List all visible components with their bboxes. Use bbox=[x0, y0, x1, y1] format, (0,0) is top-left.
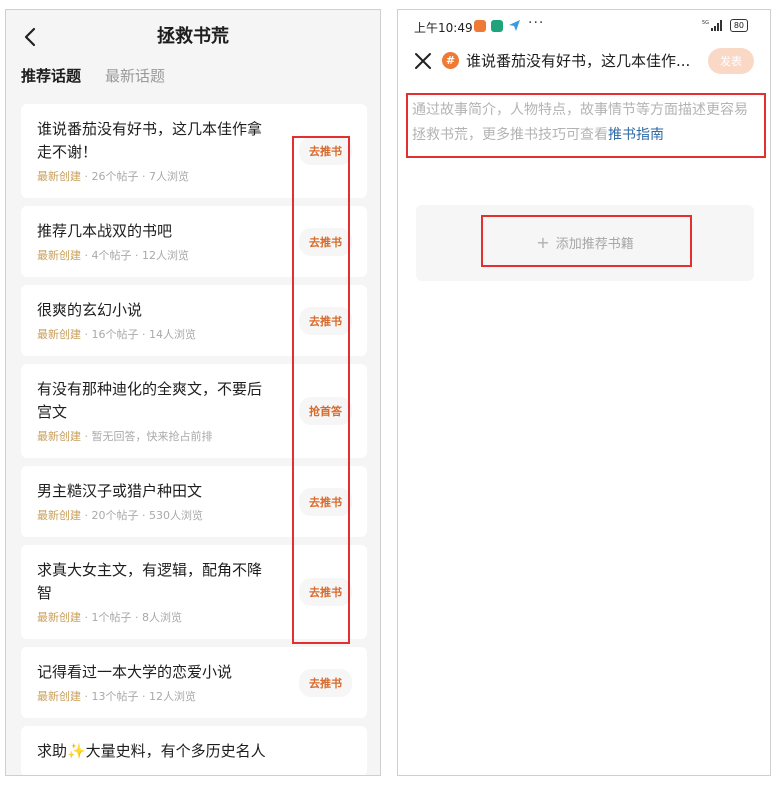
topic-title: 求真大女主文，有逻辑，配角不降智 bbox=[37, 561, 263, 602]
recommend-book-button[interactable]: 抢首答 bbox=[299, 397, 352, 425]
editor-header: # 谁说番茄没有好书，这几本佳作... 发表 bbox=[398, 46, 770, 78]
topic-tag: 最新创建 bbox=[37, 509, 81, 522]
add-book-label: 添加推荐书籍 bbox=[555, 237, 634, 252]
topic-card[interactable]: 很爽的玄幻小说最新创建 · 16个帖子 · 14人浏览 去推书 bbox=[21, 285, 367, 356]
topic-stats: · 20个帖子 · 530人浏览 bbox=[81, 509, 203, 522]
topic-card[interactable]: 记得看过一本大学的恋爱小说最新创建 · 13个帖子 · 12人浏览 去推书 bbox=[21, 647, 367, 718]
add-book-area: + 添加推荐书籍 bbox=[416, 205, 754, 281]
recommend-book-button[interactable]: 去推书 bbox=[299, 306, 352, 335]
topic-meta: 最新创建 · 20个帖子 · 530人浏览 bbox=[37, 507, 267, 523]
network-type: 5G bbox=[702, 20, 709, 26]
topic-title: 谁说番茄没有好书，这几本佳作... bbox=[466, 52, 691, 70]
post-text-input[interactable]: 通过故事简介，人物特点，故事情节等方面描述更容易拯救书荒，更多推书技巧可查看推书… bbox=[412, 98, 758, 148]
guide-link[interactable]: 推书指南 bbox=[608, 127, 664, 143]
hashtag-icon: # bbox=[442, 52, 459, 69]
topic-title: 很爽的玄幻小说 bbox=[37, 301, 143, 319]
close-icon[interactable] bbox=[412, 50, 434, 72]
topic-tag: 最新创建 bbox=[37, 690, 81, 703]
notification-icons bbox=[474, 19, 521, 32]
topic-list: 谁说番茄没有好书，这几本佳作拿走不谢！ 最新创建 · 26个帖子 · 7人浏览 去推… bbox=[21, 104, 367, 775]
topic-meta: 最新创建 · 4个帖子 · 12人浏览 bbox=[37, 247, 267, 263]
topic-title: 有没有那种迪化的全爽文，不要后宫文 bbox=[37, 380, 263, 421]
topic-meta: 最新创建 · 暂无回答，快来抢占前排 bbox=[37, 428, 267, 444]
topic-tag: 最新创建 bbox=[37, 430, 81, 443]
topic-tag: 最新创建 bbox=[37, 249, 81, 262]
add-book-button[interactable]: + 添加推荐书籍 bbox=[416, 233, 754, 252]
topic-card[interactable]: 有没有那种迪化的全爽文，不要后宫文最新创建 · 暂无回答，快来抢占前排 抢首答 bbox=[21, 364, 367, 458]
recommend-book-button[interactable]: 去推书 bbox=[299, 487, 352, 516]
tab-recommended[interactable]: 推荐话题 bbox=[21, 65, 81, 86]
topic-meta: 最新创建 · 13个帖子 · 12人浏览 bbox=[37, 688, 267, 704]
topic-tag: 最新创建 bbox=[37, 170, 81, 183]
status-indicators: 5G 80 bbox=[702, 19, 748, 32]
recommend-book-button[interactable]: 去推书 bbox=[299, 137, 352, 165]
post-editor-screen: 上午10:49 ··· 5G 80 # 谁说番茄没有好书，这几本佳作... 发表… bbox=[397, 9, 771, 776]
status-time: 上午10:49 bbox=[414, 21, 473, 35]
topic-stats: · 26个帖子 · 7人浏览 bbox=[81, 170, 189, 183]
topic-meta: 最新创建 · 16个帖子 · 14人浏览 bbox=[37, 326, 267, 342]
topic-meta: 最新创建 · 26个帖子 · 7人浏览 bbox=[37, 168, 267, 184]
page-title: 拯救书荒 bbox=[157, 26, 229, 47]
topic-stats: · 13个帖子 · 12人浏览 bbox=[81, 690, 196, 703]
topic-tag: 最新创建 bbox=[37, 328, 81, 341]
topic-tag: 最新创建 bbox=[37, 611, 81, 624]
recommend-book-button[interactable]: 去推书 bbox=[299, 227, 352, 256]
topic-title: 求助✨大量史料，有个多历史名人 bbox=[37, 742, 266, 760]
plus-icon: + bbox=[536, 233, 550, 252]
publish-button[interactable]: 发表 bbox=[708, 48, 754, 74]
topic-card[interactable]: 求真大女主文，有逻辑，配角不降智最新创建 · 1个帖子 · 8人浏览 去推书 bbox=[21, 545, 367, 639]
topic-title: 推荐几本战双的书吧 bbox=[37, 222, 173, 240]
recommend-book-button[interactable]: 去推书 bbox=[299, 578, 352, 606]
topic-stats: · 4个帖子 · 12人浏览 bbox=[81, 249, 189, 262]
topic-card[interactable]: 男主糙汉子或猎户种田文最新创建 · 20个帖子 · 530人浏览 去推书 bbox=[21, 466, 367, 537]
topic-title: 男主糙汉子或猎户种田文 bbox=[37, 482, 203, 500]
battery-icon: 80 bbox=[729, 19, 748, 32]
topic-list-screen: 拯救书荒 推荐话题 最新话题 谁说番茄没有好书，这几本佳作拿走不谢！ 最新创建 ·… bbox=[5, 9, 381, 776]
signal-icon: 5G bbox=[702, 20, 722, 31]
app-notification-icon bbox=[474, 19, 486, 32]
topic-card[interactable]: 推荐几本战双的书吧最新创建 · 4个帖子 · 12人浏览 去推书 bbox=[21, 206, 367, 277]
status-bar: 上午10:49 ··· 5G 80 bbox=[398, 10, 770, 42]
topic-meta: 最新创建 · 1个帖子 · 8人浏览 bbox=[37, 609, 267, 625]
recommend-book-button[interactable]: 去推书 bbox=[299, 668, 352, 697]
input-placeholder: 通过故事简介，人物特点，故事情节等方面描述更容易拯救书荒，更多推书技巧可查看 bbox=[412, 102, 748, 143]
tab-latest[interactable]: 最新话题 bbox=[105, 65, 165, 86]
topic-card[interactable]: 谁说番茄没有好书，这几本佳作拿走不谢！ 最新创建 · 26个帖子 · 7人浏览 去推… bbox=[21, 104, 367, 198]
topic-card[interactable]: 求助✨大量史料，有个多历史名人 bbox=[21, 726, 367, 775]
send-icon bbox=[509, 20, 520, 31]
topic-stats: · 暂无回答，快来抢占前排 bbox=[81, 430, 213, 443]
topic-title: 记得看过一本大学的恋爱小说 bbox=[37, 663, 233, 681]
header: 拯救书荒 推荐话题 最新话题 bbox=[6, 10, 380, 114]
topic-stats: · 16个帖子 · 14人浏览 bbox=[81, 328, 196, 341]
topic-title: 谁说番茄没有好书，这几本佳作拿走不谢！ bbox=[37, 120, 263, 161]
more-notifications-icon: ··· bbox=[528, 15, 545, 31]
topic-stats: · 1个帖子 · 8人浏览 bbox=[81, 611, 182, 624]
app-notification-icon bbox=[491, 19, 503, 32]
topic-tabs: 推荐话题 最新话题 bbox=[21, 65, 165, 86]
